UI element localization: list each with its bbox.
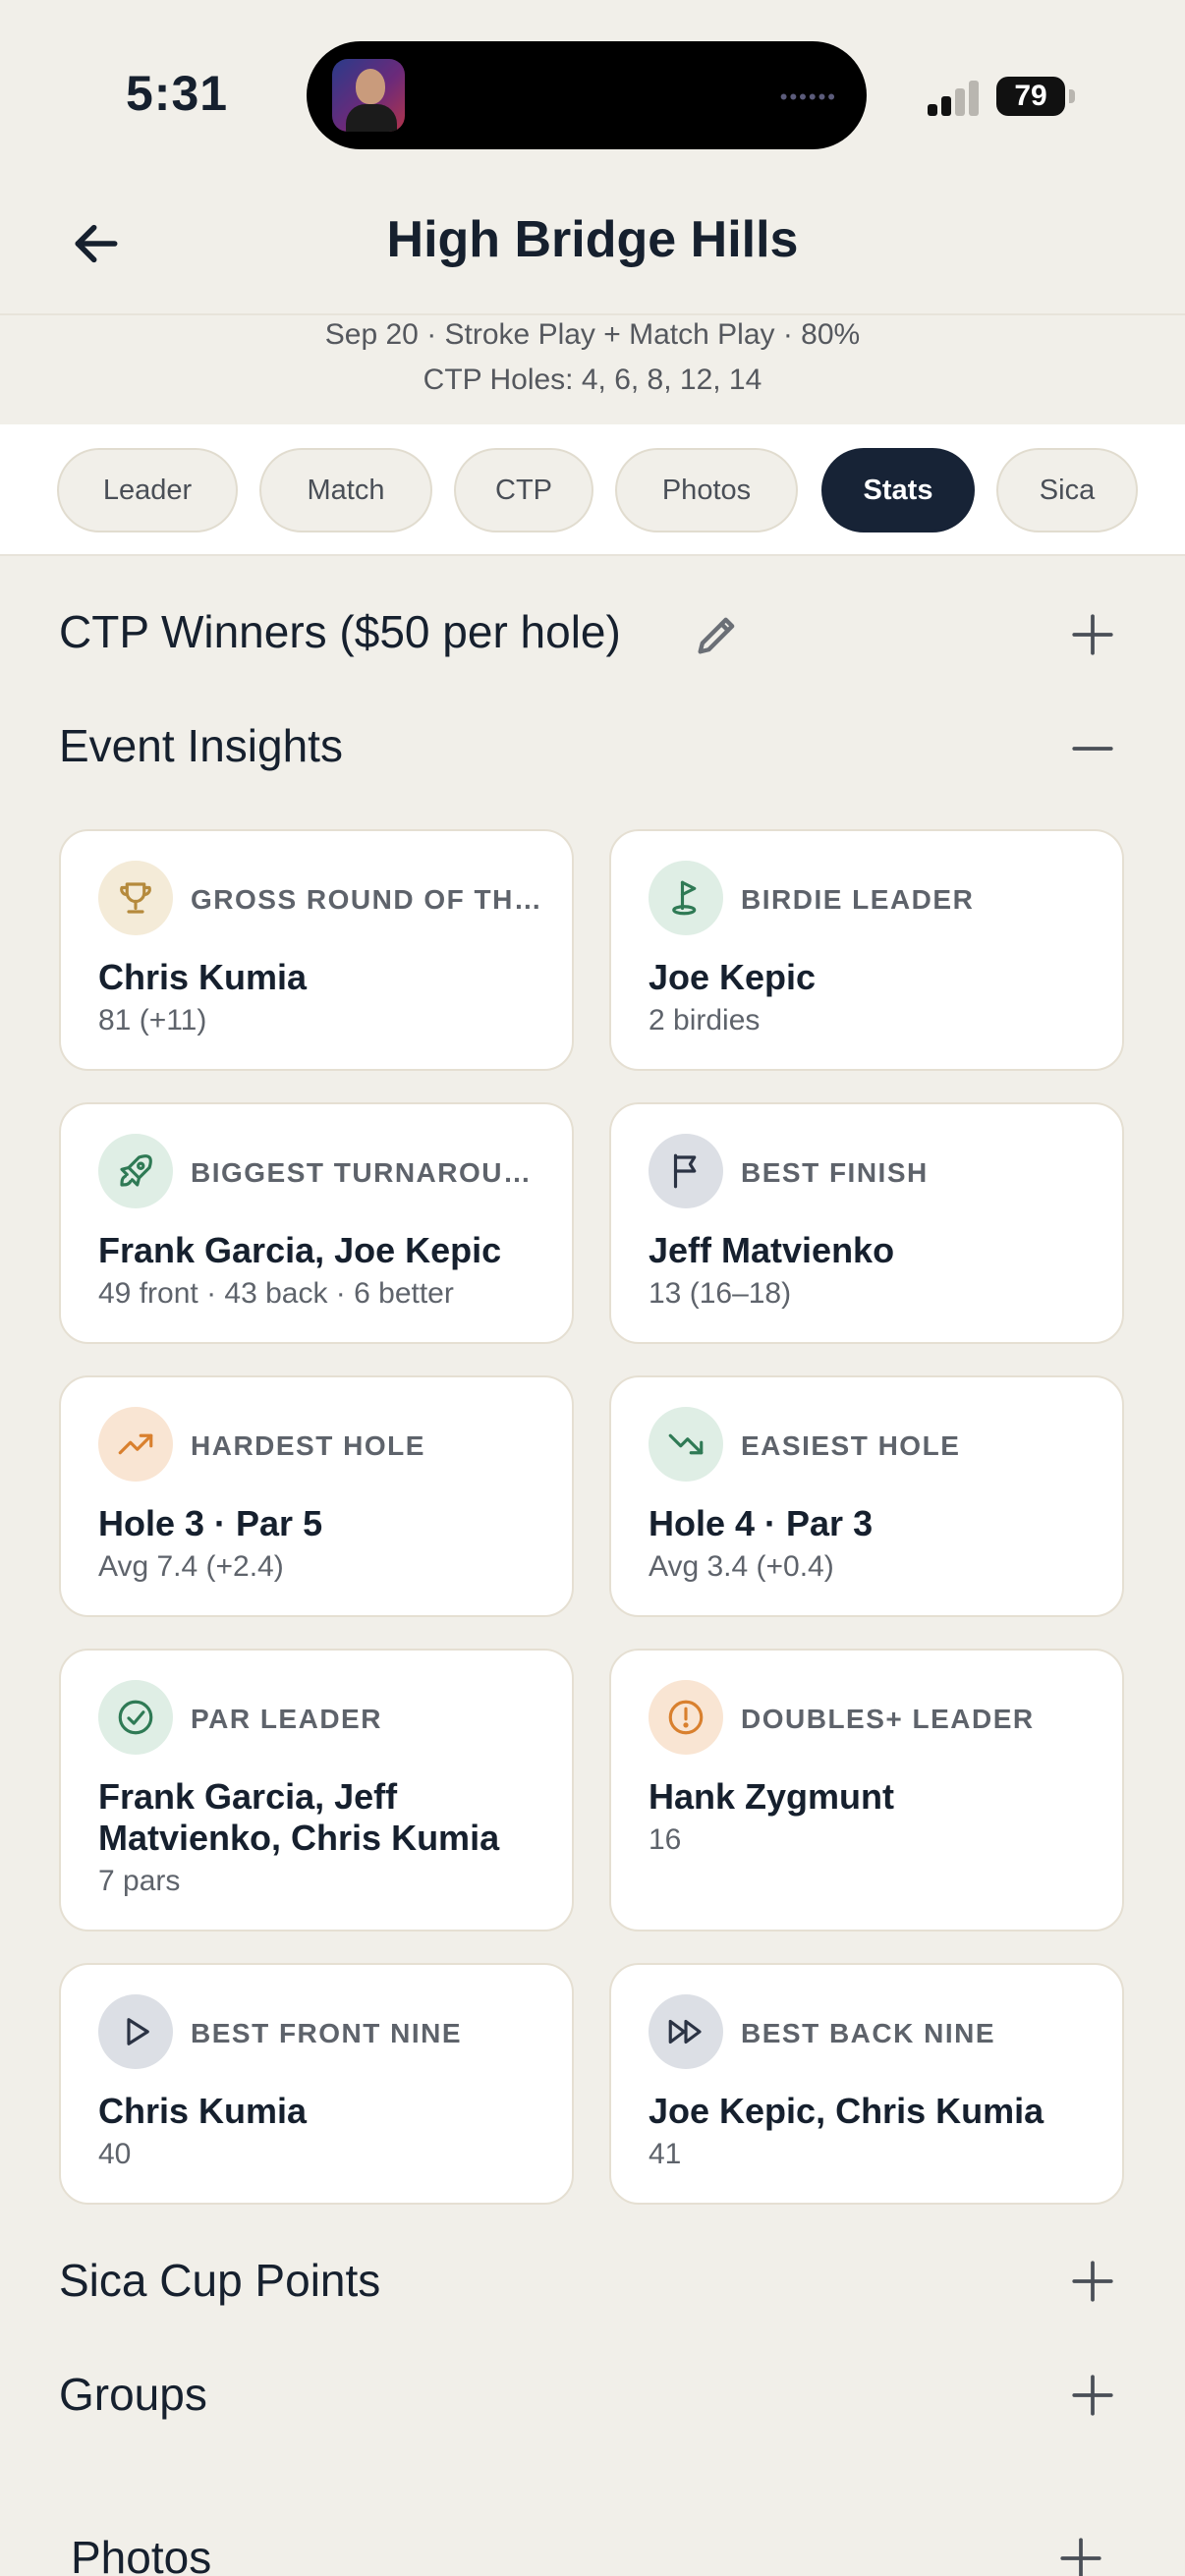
- insight-name: Joe Kepic: [649, 957, 817, 997]
- status-bar: 5:31 •••••• 79: [0, 0, 1185, 177]
- golf-flag-icon: [649, 861, 723, 935]
- insight-label: EASIEST HOLE: [741, 1430, 961, 1461]
- tab-leader[interactable]: Leader: [57, 448, 238, 532]
- battery-icon: 79: [996, 77, 1065, 116]
- check-circle-icon: [98, 1680, 173, 1755]
- insight-detail: 16: [649, 1823, 682, 1856]
- flag-icon: [649, 1134, 723, 1208]
- insight-detail: 7 pars: [98, 1865, 181, 1897]
- plus-icon: [1072, 614, 1113, 655]
- minus-icon: [1072, 747, 1113, 751]
- groups-expand-button[interactable]: [1061, 2364, 1124, 2427]
- insight-label: HARDEST HOLE: [191, 1430, 425, 1461]
- insight-detail: 13 (16–18): [649, 1277, 792, 1310]
- event-insights-title[interactable]: Event Insights: [59, 719, 343, 772]
- ctp-expand-button[interactable]: [1061, 603, 1124, 666]
- header-divider: [0, 313, 1185, 315]
- insight-detail: 2 birdies: [649, 1004, 761, 1036]
- audio-waveform-icon: ••••••: [779, 84, 837, 109]
- insight-label: BEST FINISH: [741, 1157, 929, 1188]
- insight-label: BIGGEST TURNAROUND: [191, 1157, 544, 1188]
- now-playing-thumbnail: [332, 59, 405, 132]
- insight-label: DOUBLES+ LEADER: [741, 1704, 1035, 1734]
- groups-title[interactable]: Groups: [59, 2368, 207, 2421]
- insight-label: BEST FRONT NINE: [191, 2018, 463, 2048]
- plus-icon: [1072, 2261, 1113, 2302]
- rocket-icon: [98, 1134, 173, 1208]
- insight-card-best-finish[interactable]: BEST FINISH Jeff Matvienko 13 (16–18): [609, 1102, 1124, 1344]
- fast-forward-icon: [649, 1994, 723, 2069]
- photos-title[interactable]: Photos: [71, 2531, 211, 2576]
- insight-label: GROSS ROUND OF THE DAY: [191, 884, 544, 915]
- tab-bar: Leader Match CTP Photos Stats Sica: [0, 424, 1185, 556]
- trending-up-icon: [98, 1407, 173, 1482]
- insight-card-hardest-hole[interactable]: HARDEST HOLE Hole 3 · Par 5 Avg 7.4 (+2.…: [59, 1375, 574, 1617]
- insight-detail: Avg 3.4 (+0.4): [649, 1550, 834, 1583]
- insight-name: Hole 4 · Par 3: [649, 1503, 874, 1543]
- trophy-icon: [98, 861, 173, 935]
- alert-circle-icon: [649, 1680, 723, 1755]
- ctp-winners-title[interactable]: CTP Winners ($50 per hole): [59, 605, 621, 658]
- insight-name: Hole 3 · Par 5: [98, 1503, 323, 1543]
- tab-sica[interactable]: Sica: [996, 448, 1138, 532]
- insight-card-par-leader[interactable]: PAR LEADER Frank Garcia, Jeff Matvienko,…: [59, 1649, 574, 1932]
- insight-name: Frank Garcia, Jeff Matvienko, Chris Kumi…: [98, 1776, 500, 1858]
- plus-icon: [1060, 2538, 1101, 2576]
- insight-detail: Avg 7.4 (+2.4): [98, 1550, 284, 1583]
- insight-detail: 81 (+11): [98, 1004, 207, 1036]
- sica-cup-points-title[interactable]: Sica Cup Points: [59, 2254, 380, 2307]
- insights-collapse-button[interactable]: [1061, 717, 1124, 780]
- page-title: High Bridge Hills: [386, 211, 799, 268]
- tab-photos[interactable]: Photos: [615, 448, 798, 532]
- plus-icon: [1072, 2375, 1113, 2416]
- tab-stats[interactable]: Stats: [821, 448, 975, 532]
- insight-card-gross-round[interactable]: GROSS ROUND OF THE DAY Chris Kumia 81 (+…: [59, 829, 574, 1071]
- insight-label: BIRDIE LEADER: [741, 884, 975, 915]
- dynamic-island: ••••••: [307, 41, 867, 149]
- play-icon: [98, 1994, 173, 2069]
- insight-name: Chris Kumia: [98, 2091, 308, 2131]
- insight-card-easiest-hole[interactable]: EASIEST HOLE Hole 4 · Par 3 Avg 3.4 (+0.…: [609, 1375, 1124, 1617]
- tab-ctp[interactable]: CTP: [454, 448, 593, 532]
- battery-tip: [1069, 89, 1075, 103]
- insight-name: Jeff Matvienko: [649, 1230, 895, 1270]
- insight-name: Joe Kepic, Chris Kumia: [649, 2091, 1044, 2131]
- insight-label: BEST BACK NINE: [741, 2018, 996, 2048]
- trending-down-icon: [649, 1407, 723, 1482]
- insight-name: Frank Garcia, Joe Kepic: [98, 1230, 502, 1270]
- edit-icon[interactable]: [692, 609, 743, 660]
- cellular-signal-icon: [928, 77, 983, 116]
- insight-card-doubles-leader[interactable]: DOUBLES+ LEADER Hank Zygmunt 16: [609, 1649, 1124, 1932]
- sica-expand-button[interactable]: [1061, 2250, 1124, 2313]
- insight-name: Chris Kumia: [98, 957, 308, 997]
- tab-match[interactable]: Match: [259, 448, 432, 532]
- insight-name: Hank Zygmunt: [649, 1776, 895, 1817]
- ctp-holes: CTP Holes: 4, 6, 8, 12, 14: [423, 364, 762, 396]
- insight-card-birdie-leader[interactable]: BIRDIE LEADER Joe Kepic 2 birdies: [609, 829, 1124, 1071]
- insight-label: PAR LEADER: [191, 1704, 382, 1734]
- insight-card-biggest-turnaround[interactable]: BIGGEST TURNAROUND Frank Garcia, Joe Kep…: [59, 1102, 574, 1344]
- status-time: 5:31: [126, 66, 229, 121]
- insight-detail: 40: [98, 2138, 132, 2170]
- photos-expand-button[interactable]: [1049, 2527, 1112, 2576]
- event-subtitle: Sep 20 · Stroke Play + Match Play · 80%: [324, 318, 861, 351]
- insight-detail: 49 front · 43 back · 6 better: [98, 1277, 454, 1310]
- insight-card-best-front-nine[interactable]: BEST FRONT NINE Chris Kumia 40: [59, 1963, 574, 2205]
- insight-detail: 41: [649, 2138, 682, 2170]
- insight-card-best-back-nine[interactable]: BEST BACK NINE Joe Kepic, Chris Kumia 41: [609, 1963, 1124, 2205]
